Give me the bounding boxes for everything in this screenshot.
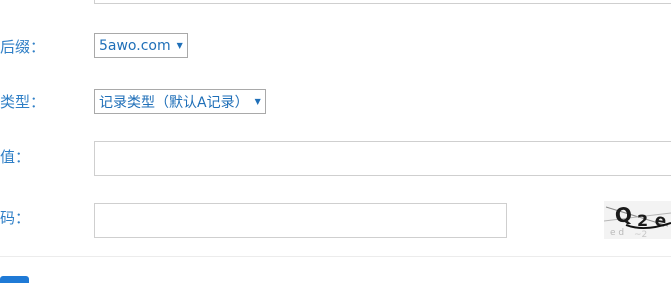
caret-down-icon: ▼ (176, 40, 183, 50)
dns-record-form: 后缀： 5awo.com ▼ 类型： 记录类型（默认A记录） ▼ 值： 码： e… (0, 0, 671, 283)
captcha-image-graphic: e d ~2 Q 2 e (604, 201, 671, 239)
captcha-label: 码： (0, 209, 31, 227)
captcha-image[interactable]: e d ~2 Q 2 e (604, 201, 671, 239)
suffix-select[interactable]: 5awo.com ▼ (94, 33, 188, 58)
form-divider (0, 256, 671, 257)
svg-text:~2: ~2 (634, 230, 647, 239)
type-label: 类型： (0, 93, 46, 111)
svg-text:e d: e d (610, 228, 624, 238)
record-type-select-value: 记录类型（默认A记录） (99, 94, 249, 111)
submit-button[interactable] (0, 276, 29, 283)
captcha-input[interactable] (94, 203, 507, 238)
record-type-select[interactable]: 记录类型（默认A记录） ▼ (94, 89, 266, 114)
suffix-select-value: 5awo.com (99, 37, 171, 54)
value-label: 值： (0, 148, 31, 166)
value-input[interactable] (94, 141, 671, 176)
previous-field-input[interactable] (94, 0, 671, 4)
suffix-label: 后缀： (0, 38, 46, 56)
caret-down-icon: ▼ (254, 96, 261, 106)
svg-text:Q: Q (613, 202, 633, 228)
